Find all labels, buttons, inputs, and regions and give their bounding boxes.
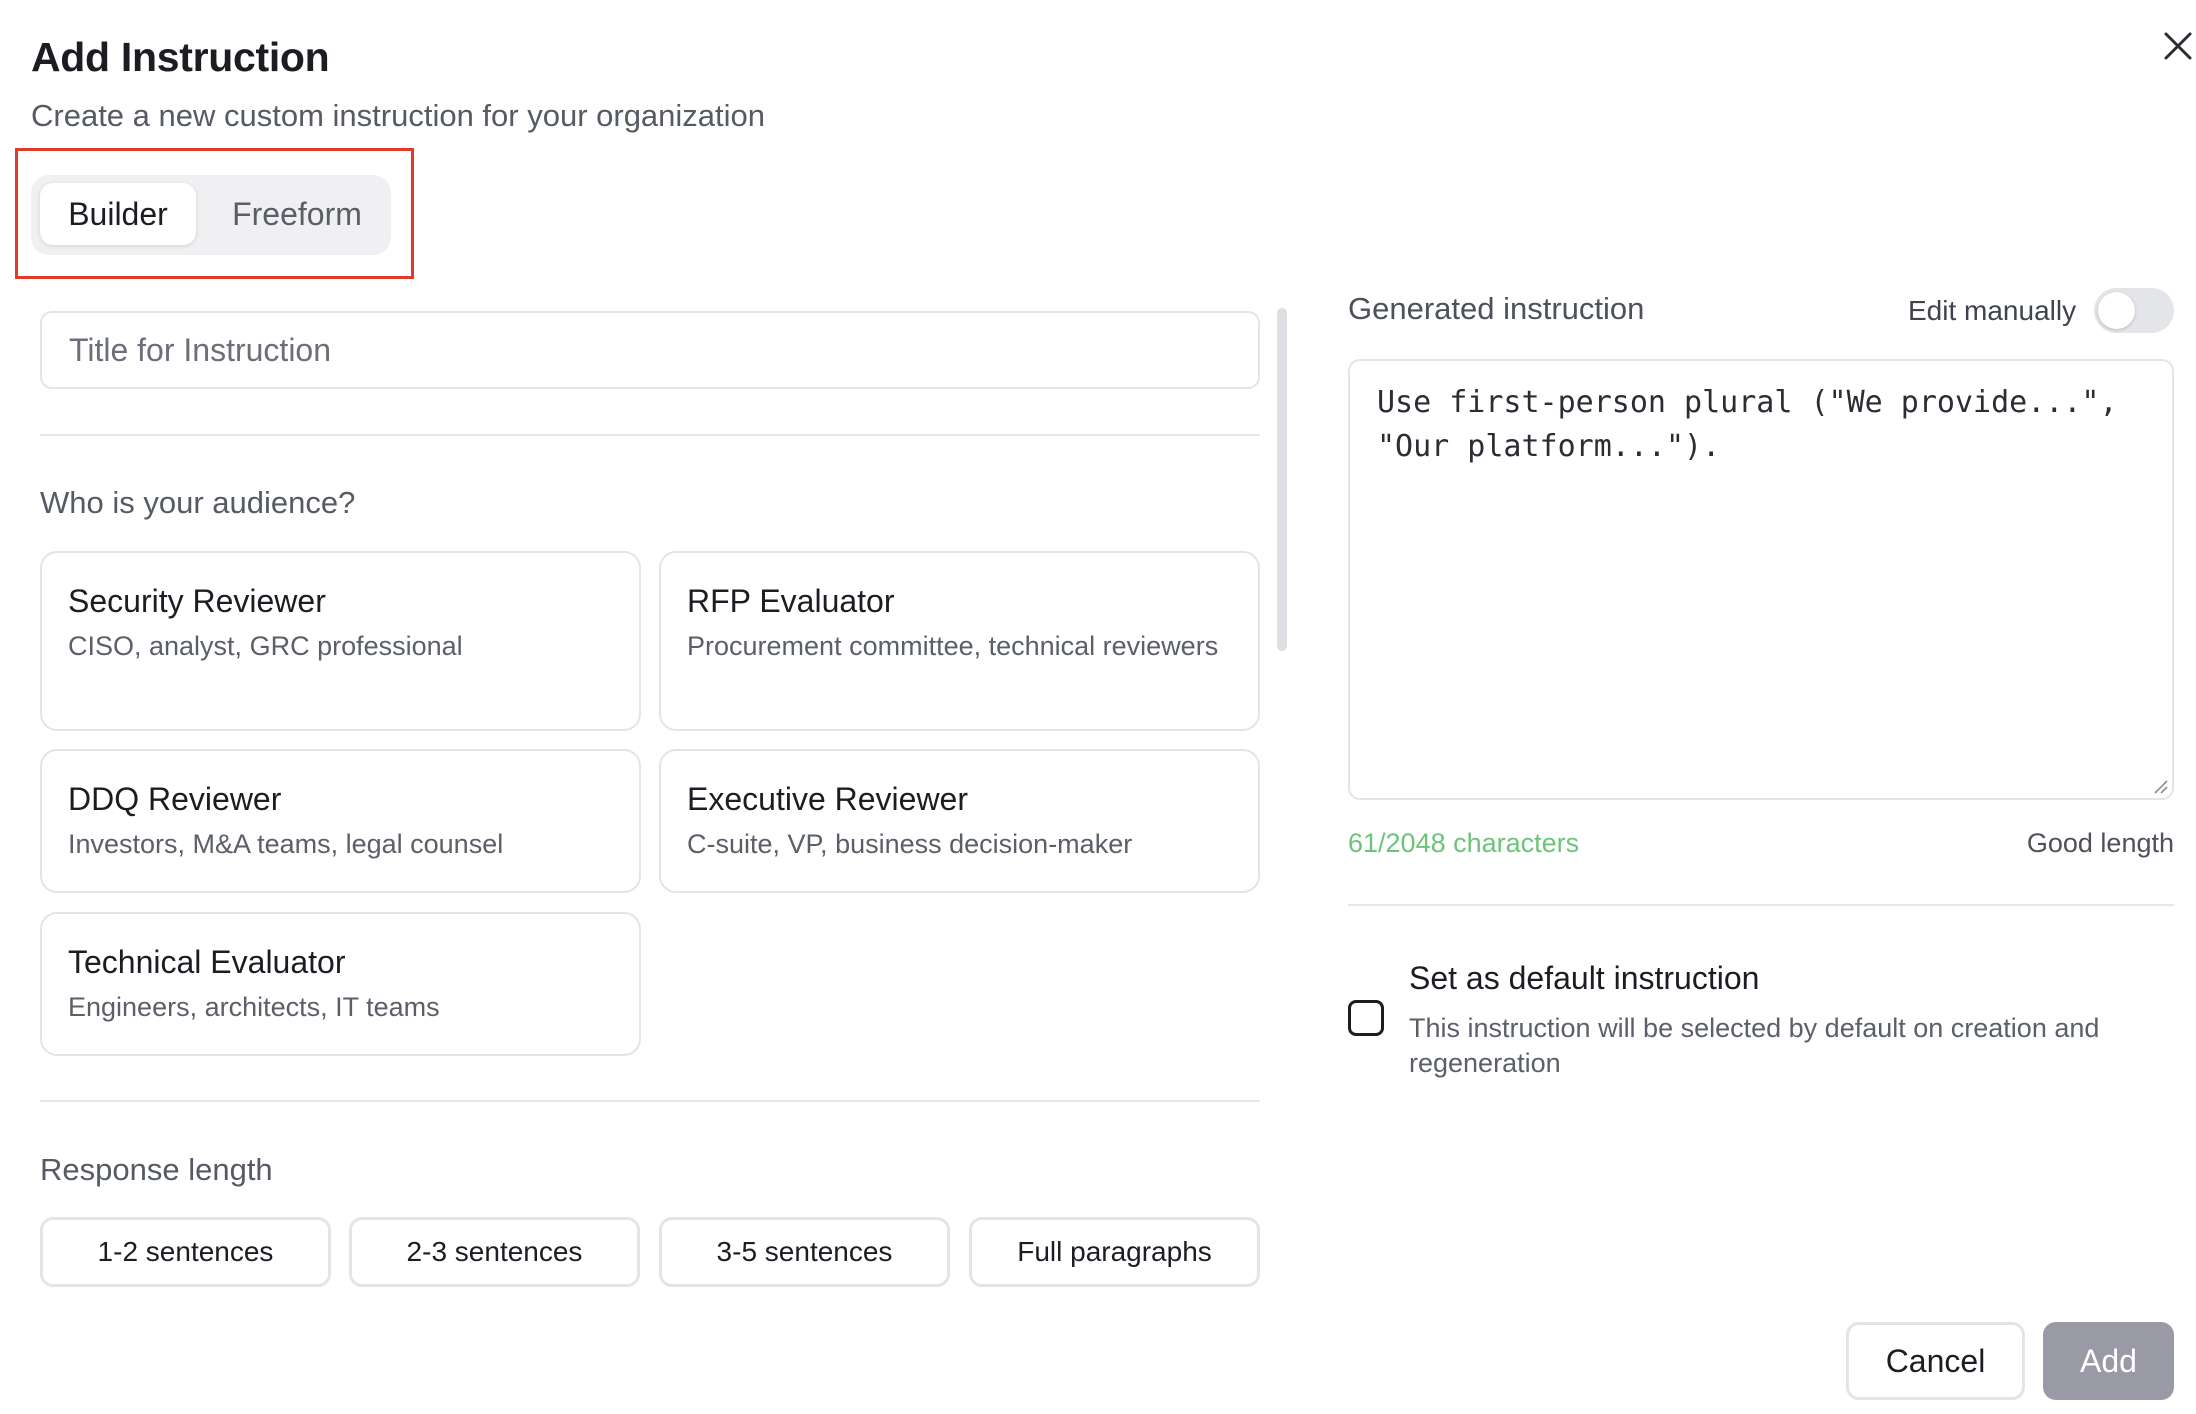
divider: [1348, 904, 2174, 906]
default-instruction-title: Set as default instruction: [1409, 960, 1760, 996]
length-option-3-5-sentences[interactable]: 3-5 sentences: [659, 1217, 950, 1287]
card-description: Investors, M&A teams, legal counsel: [68, 829, 504, 859]
length-option-full-paragraphs[interactable]: Full paragraphs: [969, 1217, 1260, 1287]
mode-tabs: Builder Freeform: [31, 175, 391, 255]
card-title: Executive Reviewer: [687, 781, 968, 817]
audience-card-executive-reviewer[interactable]: Executive Reviewer C-suite, VP, business…: [659, 749, 1260, 893]
audience-card-security-reviewer[interactable]: Security Reviewer CISO, analyst, GRC pro…: [40, 551, 641, 731]
length-option-2-3-sentences[interactable]: 2-3 sentences: [349, 1217, 640, 1287]
tab-builder[interactable]: Builder: [40, 183, 196, 245]
response-length-heading: Response length: [40, 1152, 273, 1187]
add-button[interactable]: Add: [2043, 1322, 2174, 1400]
audience-card-technical-evaluator[interactable]: Technical Evaluator Engineers, architect…: [40, 912, 641, 1056]
generated-instruction-label: Generated instruction: [1348, 291, 1645, 326]
edit-manually-toggle[interactable]: [2094, 288, 2174, 333]
scrollbar-thumb[interactable]: [1277, 308, 1287, 651]
edit-manually-label: Edit manually: [1908, 295, 2077, 326]
divider: [40, 434, 1260, 436]
generated-instruction-textarea[interactable]: Use first-person plural ("We provide..."…: [1348, 359, 2174, 800]
card-title: DDQ Reviewer: [68, 781, 282, 817]
card-description: C-suite, VP, business decision-maker: [687, 829, 1133, 859]
audience-heading: Who is your audience?: [40, 485, 356, 520]
cancel-button[interactable]: Cancel: [1846, 1322, 2025, 1400]
close-icon: [2164, 32, 2192, 60]
length-status: Good length: [2026, 828, 2174, 858]
audience-card-ddq-reviewer[interactable]: DDQ Reviewer Investors, M&A teams, legal…: [40, 749, 641, 893]
dialog-title: Add Instruction: [31, 34, 330, 80]
length-option-1-2-sentences[interactable]: 1-2 sentences: [40, 1217, 331, 1287]
toggle-knob: [2098, 292, 2135, 329]
dialog-subtitle: Create a new custom instruction for your…: [31, 98, 766, 133]
card-title: RFP Evaluator: [687, 583, 895, 619]
default-instruction-checkbox[interactable]: [1348, 1000, 1384, 1036]
tab-freeform[interactable]: Freeform: [215, 183, 379, 245]
card-title: Security Reviewer: [68, 583, 326, 619]
divider: [40, 1100, 1260, 1102]
character-count: 61/2048 characters: [1348, 828, 1580, 858]
card-title: Technical Evaluator: [68, 944, 346, 980]
card-description: CISO, analyst, GRC professional: [68, 631, 463, 661]
instruction-title-input[interactable]: [40, 311, 1260, 389]
card-description: Engineers, architects, IT teams: [68, 992, 440, 1022]
resize-grip-icon[interactable]: [2152, 778, 2168, 794]
card-description: Procurement committee, technical reviewe…: [687, 631, 1219, 661]
close-button[interactable]: [2156, 24, 2196, 68]
audience-card-rfp-evaluator[interactable]: RFP Evaluator Procurement committee, tec…: [659, 551, 1260, 731]
default-instruction-description: This instruction will be selected by def…: [1409, 1013, 2100, 1078]
